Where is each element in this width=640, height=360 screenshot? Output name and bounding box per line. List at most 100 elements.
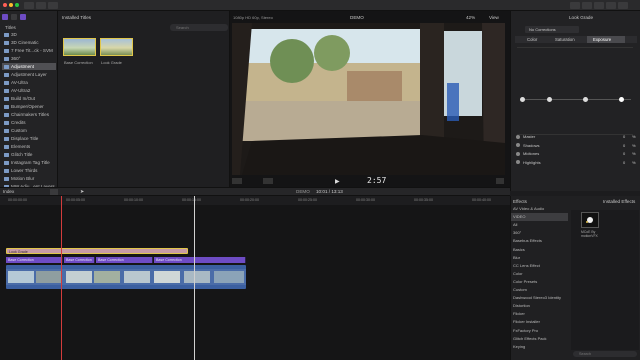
sidebar-item[interactable]: Adjustment	[2, 63, 56, 71]
primary-storyline[interactable]	[6, 265, 246, 289]
effects-category-item[interactable]: 360°	[511, 229, 568, 237]
view-menu[interactable]: View	[489, 15, 499, 20]
exposure-row[interactable]: Highlights 0%	[515, 159, 639, 166]
base-correction-clip[interactable]: Base Correction	[6, 257, 63, 263]
sidebar-item[interactable]: AV-Ultra	[2, 79, 56, 86]
close-window-button[interactable]	[3, 3, 7, 7]
timeline-ruler[interactable]: 00:00:00:00 00:00:05:00 00:00:10:00 00:00:1…	[0, 196, 510, 205]
row-value[interactable]: 0	[623, 160, 625, 165]
tab-exposure-active[interactable]: Exposure	[587, 36, 625, 43]
share-button[interactable]	[570, 2, 580, 9]
effects-category-item[interactable]: FxFactory Pro	[511, 327, 568, 335]
minimize-window-button[interactable]	[9, 3, 13, 7]
select-tool-button[interactable]: ➤	[80, 189, 84, 195]
search-placeholder: Search	[176, 25, 189, 30]
effects-menu-button[interactable]	[263, 178, 273, 184]
photos-icon[interactable]	[11, 14, 17, 20]
look-grade-clip[interactable]: Look Grade	[6, 248, 188, 254]
zoom-window-button[interactable]	[15, 3, 19, 7]
playhead[interactable]	[194, 196, 195, 360]
viewer-options-button[interactable]	[232, 178, 242, 184]
sidebar-item[interactable]: Credits	[2, 119, 56, 126]
exposure-board[interactable]	[517, 47, 633, 135]
effects-category-item[interactable]: Flicker	[511, 310, 568, 318]
row-value[interactable]: 0	[623, 151, 625, 156]
exposure-row[interactable]: Master 0%	[515, 133, 639, 140]
sidebar-item[interactable]: 360°	[2, 55, 56, 62]
audio-toggle[interactable]	[594, 2, 604, 9]
keyword-button[interactable]	[36, 2, 46, 9]
base-correction-clip[interactable]: Base Correction	[64, 257, 95, 263]
append-button[interactable]	[50, 189, 58, 195]
sidebar-item[interactable]: 3D	[2, 31, 56, 38]
sidebar-item[interactable]: Build In/Out	[2, 95, 56, 102]
index-button[interactable]: Index	[3, 189, 14, 194]
exposure-row[interactable]: Shadows 0%	[515, 142, 639, 149]
base-correction-clip[interactable]: Base Correction	[154, 257, 246, 263]
libraries-icon[interactable]	[2, 14, 8, 20]
sidebar-item[interactable]: 3D Cinematic	[2, 39, 56, 46]
tab-saturation[interactable]: Saturation	[555, 37, 575, 42]
fullscreen-button[interactable]	[496, 178, 504, 184]
sidebar-item[interactable]: Displace Title	[2, 135, 56, 142]
effects-category-item[interactable]: AV Video & Audio	[511, 205, 568, 213]
background-tasks-button[interactable]	[48, 2, 58, 9]
sidebar-item[interactable]: Custom	[2, 127, 56, 134]
effects-category-item[interactable]: Color	[511, 270, 568, 278]
play-button[interactable]: ▶	[335, 178, 340, 185]
sidebar-item[interactable]: Adjustment Layer	[2, 71, 56, 78]
effects-category-item[interactable]: All	[511, 221, 568, 229]
sidebar-item[interactable]: 7 Free Tit...ck - SVM	[2, 47, 56, 54]
export-button[interactable]	[618, 2, 628, 9]
sidebar-item[interactable]: Chairmakers Titles	[2, 111, 56, 118]
row-value[interactable]: 0	[623, 134, 625, 139]
sidebar-item[interactable]: Glitch Title	[2, 151, 56, 158]
tab-color[interactable]: Color	[527, 37, 537, 42]
effects-category-item[interactable]: Distortion	[511, 302, 568, 310]
search-input[interactable]: Search	[170, 24, 228, 31]
effects-category-item[interactable]: Dashwood Stereo3 Identity	[511, 294, 568, 302]
layout-toggle[interactable]	[606, 2, 616, 9]
inspector-toggle[interactable]	[582, 2, 592, 9]
zoom-level[interactable]: 42%	[466, 15, 475, 20]
effects-category-item[interactable]: Custom	[511, 286, 568, 294]
category-title[interactable]: Installed Titles	[62, 15, 91, 20]
effects-category-item[interactable]: Basebus Effects	[511, 237, 568, 245]
effects-search-input[interactable]: Search	[573, 351, 637, 357]
titles-icon[interactable]	[20, 14, 26, 20]
timeline-area[interactable]: Look Grade Base Correction Base Correctio…	[0, 196, 510, 360]
titles-sidebar: Titles 3D 3D Cinematic 7 Free Tit...ck - S…	[0, 11, 58, 191]
exposure-highlights-handle[interactable]	[619, 97, 624, 102]
effects-category-item[interactable]: Basics	[511, 246, 568, 254]
sidebar-item[interactable]: Instagram Tag Title	[2, 159, 56, 166]
thumbnail-look-grade[interactable]	[100, 38, 133, 56]
import-button[interactable]	[24, 2, 34, 9]
sidebar-item-label: 7 Free Tit...ck - SVM	[11, 48, 53, 53]
thumbnail-base-correction[interactable]	[63, 38, 96, 56]
skimmer-line[interactable]	[61, 196, 62, 360]
effects-category-item[interactable]: Color Presets	[511, 278, 568, 286]
ruler-tick-label: 00:00:35:00	[414, 198, 433, 202]
ruler-tick-label: 00:00:05:00	[66, 198, 85, 202]
exposure-global-handle[interactable]	[520, 97, 525, 102]
effects-category-item[interactable]: Glitch Effects Pack	[511, 335, 568, 343]
sidebar-item[interactable]: Lower Thirds	[2, 167, 56, 174]
base-correction-clip[interactable]: Base Correction	[96, 257, 153, 263]
effects-category-item[interactable]: Flicker Installer	[511, 318, 568, 326]
effect-thumbnail[interactable]	[581, 212, 599, 228]
sidebar-item[interactable]: Bumper/Opener	[2, 103, 56, 110]
video-frame[interactable]	[232, 23, 505, 175]
effects-category-item[interactable]: CC Lens Effect	[511, 262, 568, 270]
exposure-shadows-handle[interactable]	[547, 97, 552, 102]
corrections-dropdown[interactable]: No Corrections	[525, 26, 579, 33]
exposure-midtones-handle[interactable]	[583, 97, 588, 102]
row-value[interactable]: 0	[623, 143, 625, 148]
effects-category-item[interactable]: VIDEO	[511, 213, 568, 221]
folder-icon	[4, 152, 9, 157]
sidebar-item[interactable]: AV-Ultra2	[2, 87, 56, 94]
exposure-row[interactable]: Midtones 0%	[515, 150, 639, 157]
sidebar-item[interactable]: Elements	[2, 143, 56, 150]
effects-category-item[interactable]: Keying	[511, 343, 568, 351]
sidebar-item[interactable]: Motion Blur	[2, 175, 56, 182]
effects-category-item[interactable]: Blur	[511, 254, 568, 262]
